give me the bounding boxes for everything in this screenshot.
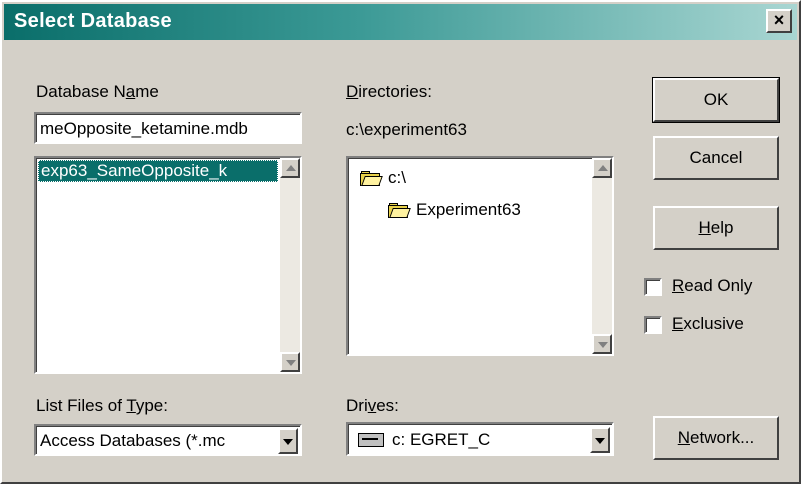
hard-drive-icon [358,433,384,447]
drives-select[interactable]: c: EGRET_C [346,422,614,456]
exclusive-label: Exclusive [672,314,744,333]
network-button[interactable]: Network... [653,416,779,460]
read-only-checkbox-box[interactable] [644,278,662,296]
drives-dropdown-button[interactable] [590,427,610,453]
arrow-down-icon [598,342,608,348]
scroll-down-button[interactable] [280,352,300,372]
close-icon: × [773,10,785,30]
database-name-label: Database Name [36,82,159,101]
arrow-up-icon [286,165,296,171]
file-list-scrollbar[interactable] [280,158,300,372]
arrow-up-icon [598,165,608,171]
database-name-input[interactable]: meOpposite_ketamine.mdb [34,112,302,144]
list-item[interactable]: exp63_SameOpposite_k [38,160,278,182]
scroll-down-button[interactable] [592,334,612,354]
database-file-list[interactable]: exp63_SameOpposite_k [34,156,302,374]
arrow-down-icon [286,360,296,366]
file-type-value: Access Databases (*.mc [40,431,226,450]
scroll-up-button[interactable] [280,158,300,178]
close-button[interactable]: × [766,9,792,33]
file-type-select[interactable]: Access Databases (*.mc [34,424,302,456]
current-directory: c:\experiment63 [346,120,467,139]
dialog-title: Select Database [14,10,172,32]
select-database-dialog: Select Database × Database Name meOpposi… [0,0,801,484]
open-folder-icon [388,203,411,218]
file-type-dropdown-button[interactable] [278,428,298,454]
file-type-label: List Files of Type: [36,396,168,415]
exclusive-checkbox-box[interactable] [644,316,662,334]
drive-value: c: EGRET_C [392,430,491,449]
title-bar[interactable]: Select Database × [4,4,797,40]
scroll-up-button[interactable] [592,158,612,178]
directory-scrollbar[interactable] [592,158,612,354]
help-button[interactable]: Help [653,206,779,250]
chevron-down-icon [595,438,605,444]
read-only-label: Read Only [672,276,753,295]
directory-tree[interactable]: c:\ Experiment63 [346,156,614,356]
open-folder-icon [360,171,383,186]
ok-button[interactable]: OK [652,77,780,123]
read-only-checkbox[interactable]: Read Only [644,276,794,300]
directories-label: Directories: [346,82,432,101]
cancel-button[interactable]: Cancel [653,136,779,180]
drives-label: Drives: [346,396,399,415]
exclusive-checkbox[interactable]: Exclusive [644,314,794,338]
database-name-value: meOpposite_ketamine.mdb [40,119,248,138]
chevron-down-icon [283,439,293,445]
